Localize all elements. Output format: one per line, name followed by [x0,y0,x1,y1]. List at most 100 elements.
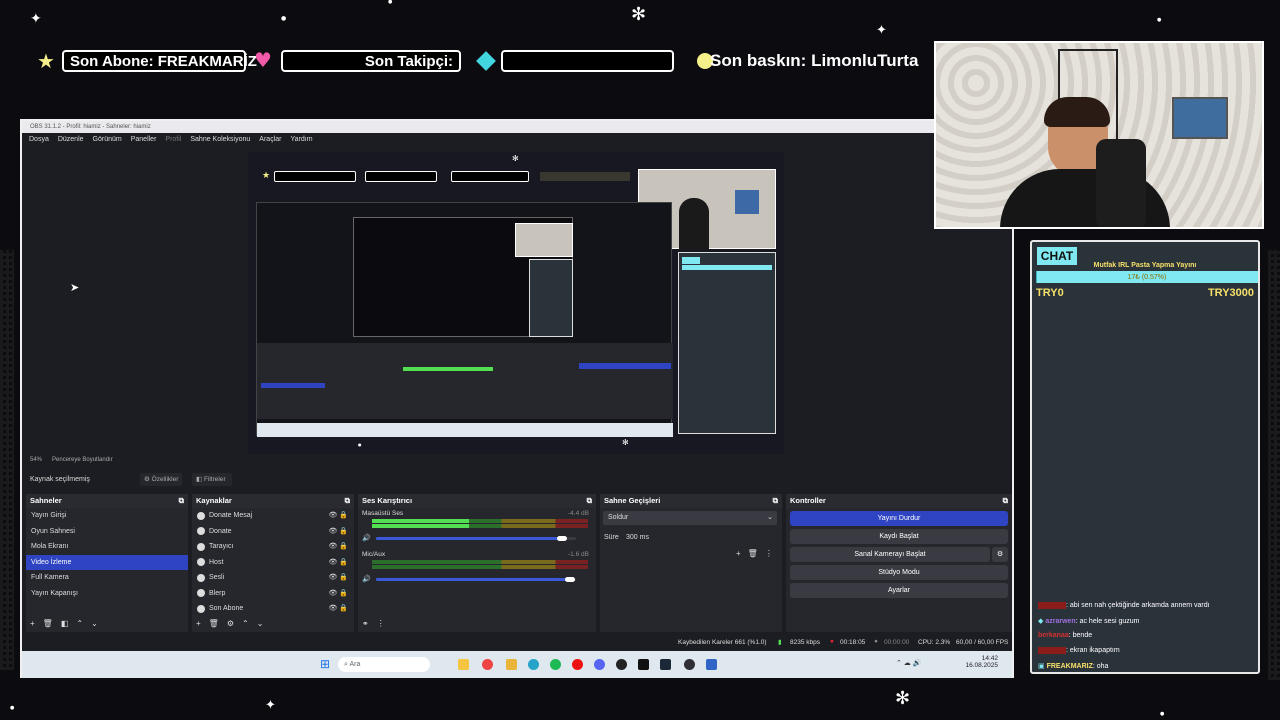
trash-icon[interactable]: 🗑 [748,549,758,558]
scene-item[interactable]: Yayın Kapanışı [26,586,188,602]
properties-button[interactable]: ⚙ Özellikler [140,473,182,486]
opera-icon[interactable] [572,659,583,670]
volume-slider-fill [376,578,570,581]
speaker-icon[interactable]: 🔊 [362,534,371,542]
level-meter-fill [372,524,470,528]
more-icon[interactable]: ⋮ [765,549,773,558]
controls-dock: Kontroller ⧉ Yayını Durdur Kaydı Başlat S… [786,494,1012,632]
arrow-down-icon[interactable]: ⌄ [91,619,98,628]
preview-canvas[interactable]: ★ ✻ ✻ ● [248,152,784,454]
channel-name: Mic/Aux [362,551,386,558]
arrow-up-icon[interactable]: ⌃ [76,619,83,628]
obs-icon[interactable] [684,659,695,670]
media-player-icon[interactable] [616,659,627,670]
transition-select[interactable]: Soldur ⌄ [603,511,777,525]
windows-start-icon[interactable]: ⊞ [320,657,330,671]
volume-knob[interactable] [557,536,567,541]
source-item[interactable]: Sesli 👁 🔒 [192,570,354,586]
source-item[interactable]: Son Abone 👁 🔒 [192,601,354,617]
menu-item-scene-collection[interactable]: Sahne Koleksiyonu [190,133,250,147]
duration-input[interactable]: 300 ms [622,531,774,544]
preview-mini-alert-bar [274,171,356,182]
scenes-dock: Sahneler ⧉ Yayın Girişi Oyun Sahnesi Mola… [26,494,188,632]
taskbar-clock[interactable]: 14:42 16.08.2025 [958,655,998,669]
source-item[interactable]: Tarayıcı 👁 🔒 [192,539,354,555]
source-item[interactable]: Host 👁 🔒 [192,555,354,571]
mixer-title: Ses Karıştırıcı ⧉ [358,494,596,508]
goal-progress: 17₺ (0.57%) [1127,274,1167,281]
arrow-down-icon[interactable]: ⌄ [257,619,264,628]
channel-name: Masaüstü Ses [362,510,404,517]
sources-dock: Kaynaklar ⧉ Donate Mesaj 👁 🔒 Donate 👁 🔒 Tar… [192,494,354,632]
mixer-toolbar: ⚭ ⋮ [362,619,385,628]
taskbar-search[interactable]: ⌕ Ara [338,657,430,672]
start-record-button[interactable]: Kaydı Başlat [790,529,1008,544]
cpu-usage: CPU: 2.3% [918,639,951,646]
link-icon[interactable]: ⚭ [362,619,369,628]
preview-chat [678,252,776,434]
menu-item-tools[interactable]: Araçlar [259,133,281,147]
spotify-icon[interactable] [550,659,561,670]
zoom-dropdown[interactable]: 54% [30,457,42,463]
trash-icon[interactable]: 🗑 [43,619,53,628]
menu-item-file[interactable]: Dosya [29,133,49,147]
last-raid-label: Son baskın: LimonluTurta [710,51,919,70]
scene-item[interactable]: Mola Ekranı [26,539,188,555]
stop-stream-button[interactable]: Yayını Durdur [790,511,1008,526]
goal-title: Mutfak IRL Pasta Yapma Yayını [1093,262,1197,269]
pixel-border-right [1268,250,1280,680]
file-explorer-icon[interactable] [458,659,469,670]
edge-icon[interactable] [528,659,539,670]
tray-icons: ⌃ ☁ 🔊 [896,660,922,667]
menu-item-docks[interactable]: Paneller [131,133,157,147]
filter-icon[interactable]: ◧ [61,619,69,628]
add-icon[interactable]: + [196,619,201,628]
dot-icon: ● [388,0,393,5]
capcut-icon[interactable] [638,659,649,670]
menu-item-profile[interactable]: Profil [165,133,181,147]
fit-window-dropdown[interactable]: Pencereye Boyutlandır [52,457,113,463]
filters-button[interactable]: ◧ Filtreler [192,473,232,486]
dot-icon: ● [1157,17,1162,23]
virtual-cam-button[interactable]: Sanal Kamerayı Başlat [790,547,990,562]
settings-button[interactable]: Ayarlar [790,583,1008,598]
folder-icon[interactable] [506,659,517,670]
source-item[interactable]: Donate Mesaj 👁 🔒 [192,508,354,524]
menu-item-view[interactable]: Görünüm [93,133,122,147]
chrome-icon[interactable] [482,659,493,670]
chat-message: ▣ FREAKMARIZ: oha [1038,663,1109,670]
virtual-cam-settings-button[interactable]: ⚙ [992,547,1008,562]
badge-icon: ▣ [1038,663,1045,670]
source-item[interactable]: Donate 👁 🔒 [192,524,354,540]
add-icon[interactable]: + [736,549,741,558]
scenes-toolbar: + 🗑 ◧ ⌃ ⌄ [30,619,98,628]
snowflake-icon: ✻ [512,154,519,163]
menu-item-help[interactable]: Yardım [290,133,312,147]
browser-icon [197,604,205,613]
rec-indicator-icon: ● [874,638,878,645]
arrow-up-icon[interactable]: ⌃ [242,619,249,628]
gem-icon [476,51,496,71]
menu-item-edit[interactable]: Düzenle [58,133,84,147]
volume-knob[interactable] [565,577,575,582]
more-icon[interactable]: ⋮ [377,619,385,628]
transitions-title: Sahne Geçişleri ⧉ [600,494,782,508]
dot-icon: ● [1160,711,1165,717]
source-item[interactable]: Blerp 👁 🔒 [192,586,354,602]
studio-mode-button[interactable]: Stüdyo Modu [790,565,1008,580]
speaker-icon[interactable]: 🔊 [362,575,371,583]
scene-item[interactable]: Oyun Sahnesi [26,524,188,540]
app-icon[interactable] [706,659,717,670]
scene-item[interactable]: Full Kamera [26,570,188,586]
scene-item[interactable]: Yayın Girişi [26,508,188,524]
add-icon[interactable]: + [30,619,35,628]
nested-docks [257,343,673,419]
dropped-frames: Kaybedilen Kareler 661 (%1.0) [678,639,767,646]
scene-item-selected[interactable]: Video İzleme [26,554,188,570]
gear-icon[interactable]: ⚙ [227,619,234,628]
trash-icon[interactable]: 🗑 [209,619,219,628]
snowflake-icon: ✻ [631,4,647,25]
steam-icon[interactable] [660,659,671,670]
discord-icon[interactable] [594,659,605,670]
chat-widget: CHAT Mutfak IRL Pasta Yapma Yayını 17₺ (… [1030,240,1260,674]
